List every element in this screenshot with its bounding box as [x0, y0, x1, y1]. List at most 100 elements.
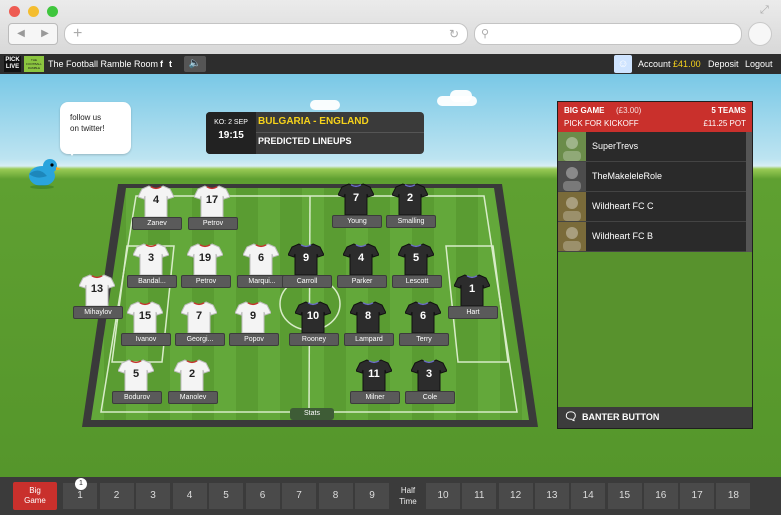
stats-button[interactable]: Stats [290, 408, 334, 420]
shirt-number: 4 [152, 194, 160, 206]
picklive-logo[interactable]: PICK LIVE [4, 56, 21, 72]
away-player[interactable]: 7 Young [328, 182, 384, 234]
player-name: Young [332, 215, 382, 228]
scrollbar[interactable] [746, 132, 752, 252]
away-player[interactable]: 2 Smalling [382, 182, 438, 234]
facebook-icon[interactable]: f [160, 54, 163, 74]
player-name: Parker [337, 275, 387, 288]
panel-subtitle: PICK FOR KICKOFF [564, 119, 639, 128]
home-player[interactable]: 17 Petrov [184, 184, 240, 236]
player-name: Cole [405, 391, 455, 404]
reload-icon[interactable]: ↻ [449, 24, 459, 44]
shirt-number: 8 [364, 310, 372, 322]
away-player[interactable]: 3 Cole [401, 358, 457, 410]
search-field[interactable]: ⚲ [474, 23, 742, 45]
game-slot[interactable]: 13 [534, 483, 569, 509]
cloud [450, 90, 472, 102]
home-player[interactable]: 2 Manolev [164, 358, 220, 410]
shirt-number: 9 [249, 310, 257, 322]
home-player[interactable]: 4 Zanev [128, 184, 184, 236]
banter-button[interactable]: 🗨 BANTER BUTTON [558, 407, 752, 428]
account-link[interactable]: Account £41.00 [638, 54, 701, 74]
game-slot[interactable]: 18 [716, 483, 751, 509]
home-player[interactable]: 19 Petrov [177, 242, 233, 294]
close-window-button[interactable] [9, 6, 20, 17]
big-game-label-1: Big [29, 486, 41, 495]
game-slot[interactable]: 6 [245, 483, 280, 509]
shirt-number: 6 [419, 310, 427, 322]
room-name: The Football Ramble Room [48, 59, 159, 69]
game-slot[interactable]: 12 [498, 483, 533, 509]
football-ramble-logo: THE FOOTBALL RAMBLE [24, 56, 44, 72]
game-slot[interactable]: 3 [136, 483, 170, 509]
panel-fee: (£3.00) [616, 106, 642, 115]
away-player[interactable]: 5 Lescott [388, 242, 444, 294]
fullscreen-icon[interactable]: ⤢ [760, 4, 769, 17]
entry-row[interactable]: Wildheart FC B [558, 222, 748, 252]
panel-pot: £11.25 POT [703, 119, 746, 128]
maximize-window-button[interactable] [47, 6, 58, 17]
away-player[interactable]: 11 Milner [346, 358, 402, 410]
player-name: Popov [229, 333, 279, 346]
shirt-number: 13 [90, 283, 104, 295]
deposit-link[interactable]: Deposit [708, 54, 739, 74]
account-balance: £41.00 [673, 59, 701, 69]
big-game-tab[interactable]: Big Game [13, 482, 57, 510]
game-slot[interactable]: 11 [462, 483, 497, 509]
game-slot[interactable]: 5 [209, 483, 243, 509]
address-bar[interactable]: + ↻ [64, 23, 468, 45]
away-player[interactable]: 8 Lampard [340, 300, 396, 352]
home-player[interactable]: 7 Georgi... [171, 300, 227, 352]
game-slot[interactable]: 8 [318, 483, 353, 509]
player-name: Carroll [282, 275, 332, 288]
game-slot[interactable]: 10 [426, 483, 460, 509]
panel-title: BIG GAME [564, 106, 605, 115]
account-label: Account [638, 59, 671, 69]
new-tab-icon[interactable]: + [73, 24, 82, 43]
half-time-label-2: Time [399, 497, 417, 506]
game-slot[interactable]: 2 [99, 483, 134, 509]
match-info-box: KO: 2 SEP 19:15 BULGARIA - ENGLAND PREDI… [206, 112, 424, 154]
entry-row[interactable]: SuperTrevs [558, 132, 748, 162]
twitter-bird-icon[interactable] [25, 154, 61, 190]
game-slot[interactable]: 9 [355, 483, 389, 509]
game-timeline: Big Game Half Time 1 2 3 4 5 6 7 8 9 10 11 12 13 14 15… [0, 477, 781, 515]
shirt-number: 5 [132, 368, 140, 380]
back-icon[interactable]: ◀ [9, 24, 33, 44]
download-button[interactable] [748, 22, 772, 46]
home-player[interactable]: 5 Bodurov [108, 358, 164, 410]
entry-name: TheMakeleleRole [592, 171, 663, 181]
bubble-line-2: on twitter! [70, 124, 105, 133]
home-player[interactable]: 3 Bandal... [123, 242, 179, 294]
forward-icon[interactable]: ▶ [33, 24, 57, 44]
game-slot[interactable]: 4 [172, 483, 207, 509]
away-player[interactable]: 6 Terry [395, 300, 451, 352]
away-player[interactable]: 4 Parker [333, 242, 389, 294]
home-player[interactable]: 9 Popov [225, 300, 281, 352]
player-name: Zanev [132, 217, 182, 230]
entry-row[interactable]: TheMakeleleRole [558, 162, 748, 192]
game-slot[interactable]: 15 [607, 483, 642, 509]
away-player[interactable]: 9 Carroll [278, 242, 334, 294]
game-area: follow us on twitter! KO: 2 SEP 19:15 BU… [0, 74, 781, 477]
game-slot[interactable]: 14 [571, 483, 606, 509]
user-avatar[interactable]: ☺ [614, 55, 632, 73]
home-player[interactable]: 15 Ivanov [117, 300, 173, 352]
minimize-window-button[interactable] [28, 6, 39, 17]
logout-link[interactable]: Logout [745, 54, 773, 74]
half-time-label-1: Half [400, 486, 416, 495]
kickoff-box: KO: 2 SEP 19:15 [206, 112, 256, 154]
banter-label: BANTER BUTTON [582, 412, 660, 422]
away-player[interactable]: 1 Hart [444, 273, 500, 325]
app-topbar: PICK LIVE THE FOOTBALL RAMBLE The Footba… [0, 54, 781, 74]
entry-avatar [558, 222, 586, 251]
entry-name: SuperTrevs [592, 141, 639, 151]
bubble-line-1: follow us [70, 113, 102, 122]
game-slot[interactable]: 16 [643, 483, 678, 509]
twitter-icon[interactable]: t [169, 54, 172, 74]
game-slot[interactable]: 7 [282, 483, 316, 509]
game-slot[interactable]: 17 [680, 483, 715, 509]
sound-toggle-icon[interactable]: 🔈 [184, 56, 206, 72]
away-player[interactable]: 10 Rooney [285, 300, 341, 352]
entry-row[interactable]: Wildheart FC C [558, 192, 748, 222]
